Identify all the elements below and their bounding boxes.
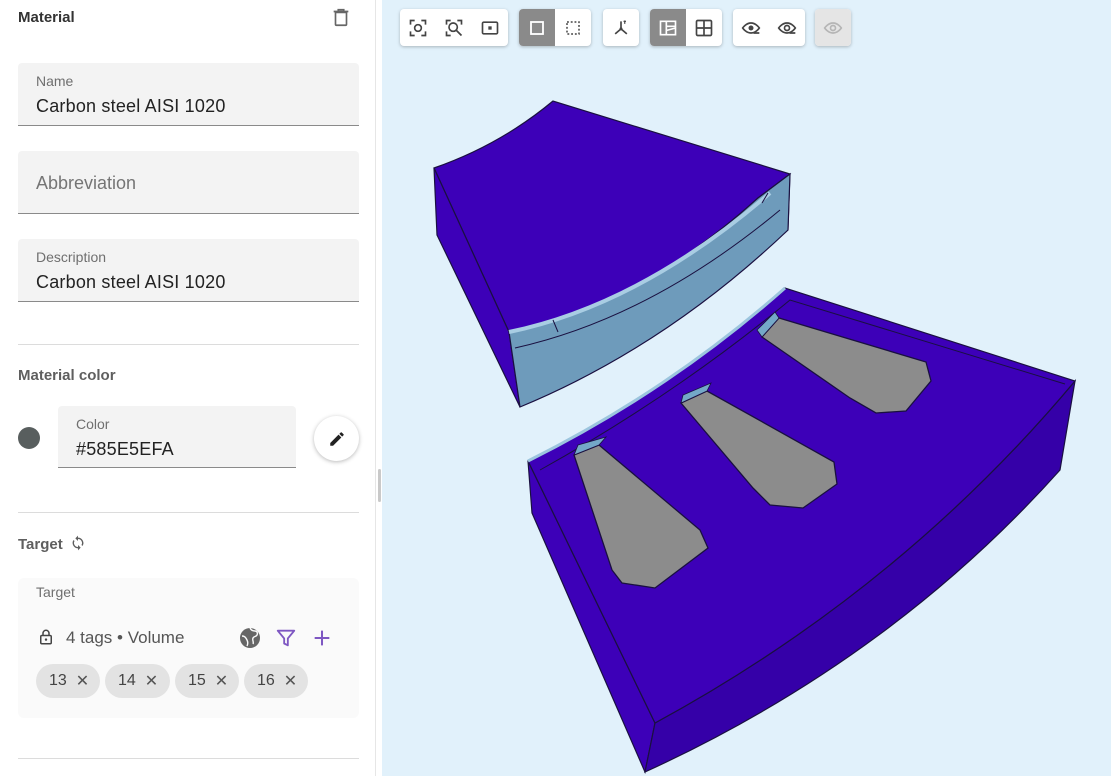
lock-icon (40, 629, 52, 645)
axes-button[interactable] (603, 9, 639, 46)
view-shaded-button[interactable] (650, 9, 686, 46)
zoom-box-button[interactable] (472, 9, 508, 46)
tag-chip[interactable]: 16 ✕ (244, 664, 308, 698)
description-value[interactable]: Carbon steel AISI 1020 (36, 272, 226, 293)
tag-chip-label: 13 (49, 672, 67, 689)
color-swatch (18, 427, 40, 449)
show-all-icon (823, 21, 843, 34)
show-all-toolbar-group (815, 9, 851, 46)
pencil-icon (329, 431, 344, 446)
filter-icon[interactable] (275, 627, 297, 649)
zoom-fit-icon (409, 19, 427, 36)
close-icon[interactable]: ✕ (284, 671, 297, 691)
sync-icon[interactable] (70, 535, 86, 551)
view-shaded-icon (659, 20, 677, 35)
display-toolbar-group (650, 9, 722, 46)
zoom-fit-button[interactable] (400, 9, 436, 46)
edit-color-button[interactable] (314, 416, 359, 461)
tag-chip[interactable]: 13 ✕ (36, 664, 100, 698)
material-panel: Material Name Carbon steel AISI 1020 Abb… (0, 0, 376, 776)
hide-button[interactable] (733, 9, 769, 46)
target-heading-label: Target (18, 536, 63, 553)
color-value[interactable]: #585E5EFA (76, 439, 174, 460)
select-single-button[interactable] (519, 9, 555, 46)
show-button[interactable] (769, 9, 805, 46)
select-single-icon (530, 20, 544, 35)
name-label: Name (36, 73, 74, 89)
color-field[interactable]: Color #585E5EFA (58, 406, 296, 468)
globe-icon[interactable] (238, 626, 262, 650)
show-icon (777, 21, 797, 34)
panel-title: Material (18, 9, 75, 26)
tag-chip[interactable]: 14 ✕ (105, 664, 170, 698)
close-icon[interactable]: ✕ (215, 671, 228, 691)
tag-chip-label: 16 (257, 672, 275, 689)
description-field[interactable]: Description Carbon steel AISI 1020 (18, 239, 359, 302)
selection-toolbar-group (519, 9, 591, 46)
visibility-toolbar-group (733, 9, 805, 46)
zoom-selection-button[interactable] (436, 9, 472, 46)
model-scene[interactable] (382, 0, 1111, 776)
target-box: Target 4 tags • Volume 13 ✕ 14 ✕ 15 ✕ 16… (18, 578, 359, 718)
3d-viewport[interactable] (382, 0, 1111, 776)
abbreviation-placeholder[interactable]: Abbreviation (36, 173, 136, 194)
tag-chip[interactable]: 15 ✕ (175, 664, 239, 698)
divider (18, 758, 359, 759)
material-color-heading: Material color (18, 367, 116, 384)
delete-button[interactable] (330, 6, 352, 28)
show-all-button[interactable] (815, 9, 851, 46)
zoom-toolbar-group (400, 9, 508, 46)
zoom-selection-icon (445, 19, 463, 36)
color-label: Color (76, 416, 110, 432)
name-field[interactable]: Name Carbon steel AISI 1020 (18, 63, 359, 126)
select-box-button[interactable] (555, 9, 591, 46)
abbreviation-field[interactable]: Abbreviation (18, 151, 359, 214)
add-icon[interactable] (311, 627, 333, 649)
trash-icon (333, 8, 349, 27)
view-wireframe-icon (695, 19, 713, 36)
target-summary: 4 tags • Volume (66, 628, 185, 647)
zoom-box-icon (481, 20, 499, 35)
tag-chip-label: 14 (118, 672, 136, 689)
divider (18, 512, 359, 513)
select-box-icon (566, 20, 580, 35)
panel-resize-handle[interactable] (378, 469, 381, 502)
axes-icon (614, 20, 628, 34)
close-icon[interactable]: ✕ (76, 671, 89, 691)
view-wireframe-button[interactable] (686, 9, 722, 46)
target-heading: Target (18, 535, 86, 553)
name-value[interactable]: Carbon steel AISI 1020 (36, 96, 226, 117)
hide-icon (741, 21, 761, 34)
axes-toolbar-group (603, 9, 639, 46)
close-icon[interactable]: ✕ (145, 671, 158, 691)
tag-chip-label: 15 (188, 672, 206, 689)
divider (18, 344, 359, 345)
description-label: Description (36, 249, 107, 265)
target-box-label: Target (36, 584, 75, 600)
